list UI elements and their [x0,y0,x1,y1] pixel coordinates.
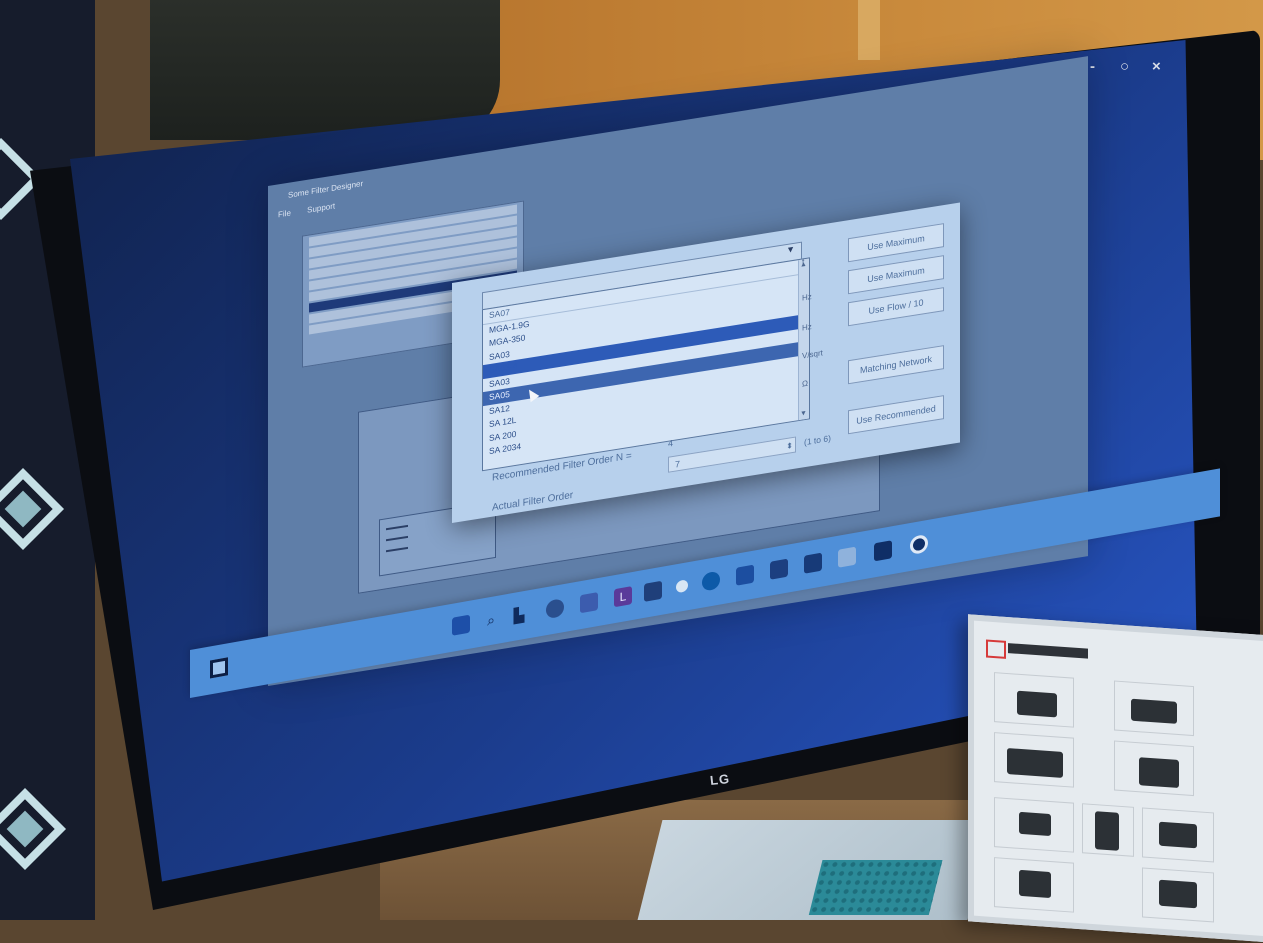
unit-label: V/sqrt [802,348,823,361]
settings-icon[interactable] [874,540,892,562]
brand-logo-icon [986,639,1006,659]
product-cell [1114,740,1194,797]
component-grid [808,860,943,915]
menu-support[interactable]: Support [307,201,335,214]
teams-icon[interactable] [580,592,598,614]
task-view-icon[interactable]: ▙ [510,604,528,625]
file-icon[interactable] [644,580,662,602]
use-recommended-button[interactable]: Use Recommended [848,395,944,435]
word-icon[interactable] [736,564,754,586]
chevron-down-icon[interactable]: ▼ [786,244,795,255]
sample-tray [637,820,993,920]
product-cell [1142,867,1214,923]
app-menu: File Support [278,201,335,219]
product-cell [994,857,1074,913]
dropdown-scrollbar[interactable]: ▲ ▼ [798,258,809,421]
excel-icon[interactable] [770,558,788,580]
monitor-brand-logo: LG [709,770,731,789]
scroll-down-icon[interactable]: ▼ [800,410,807,418]
powerpoint-icon[interactable] [838,546,856,568]
spin-arrow-icon[interactable]: ⬍ [786,438,793,455]
chrome-icon[interactable] [546,598,564,620]
actual-order-spinbox[interactable]: 7 ⬍ [668,436,796,473]
actual-order-value: 7 [675,458,681,470]
product-cell [1142,807,1214,863]
wall-post [858,0,880,60]
edge-icon[interactable] [676,579,688,594]
use-flow-button[interactable]: Use Flow / 10 [848,287,944,327]
camera-icon[interactable] [910,533,928,556]
banner-diamond-icon [0,787,67,871]
outlook-icon[interactable] [702,570,720,592]
banner-diamond-icon [0,467,65,551]
board-header [1008,643,1088,659]
app-l-icon[interactable]: L [614,586,632,608]
recommended-order-value: 4 [668,437,674,449]
range-note: (1 to 6) [804,432,831,448]
product-cell [994,732,1074,788]
search-icon[interactable]: ⌕ [482,609,500,630]
unit-label: Hz [802,322,812,333]
widgets-icon[interactable] [210,657,228,679]
unit-label: Ω [802,378,808,389]
restore-icon[interactable]: ○ [1120,58,1129,75]
product-cell [1082,803,1134,857]
close-icon[interactable]: × [1152,58,1161,75]
app-title: Some Filter Designer [288,178,364,200]
minimize-icon[interactable]: - [1090,58,1095,75]
product-cell [994,672,1074,728]
unit-label: f [802,257,805,267]
menu-file[interactable]: File [278,208,291,219]
matching-network-button[interactable]: Matching Network [848,345,944,385]
unit-label: Hz [802,292,812,303]
terminal-icon[interactable] [804,552,822,574]
product-cell [994,797,1074,853]
product-cell [1114,680,1194,737]
switch-product-board [968,614,1263,943]
start-icon[interactable] [452,614,470,636]
